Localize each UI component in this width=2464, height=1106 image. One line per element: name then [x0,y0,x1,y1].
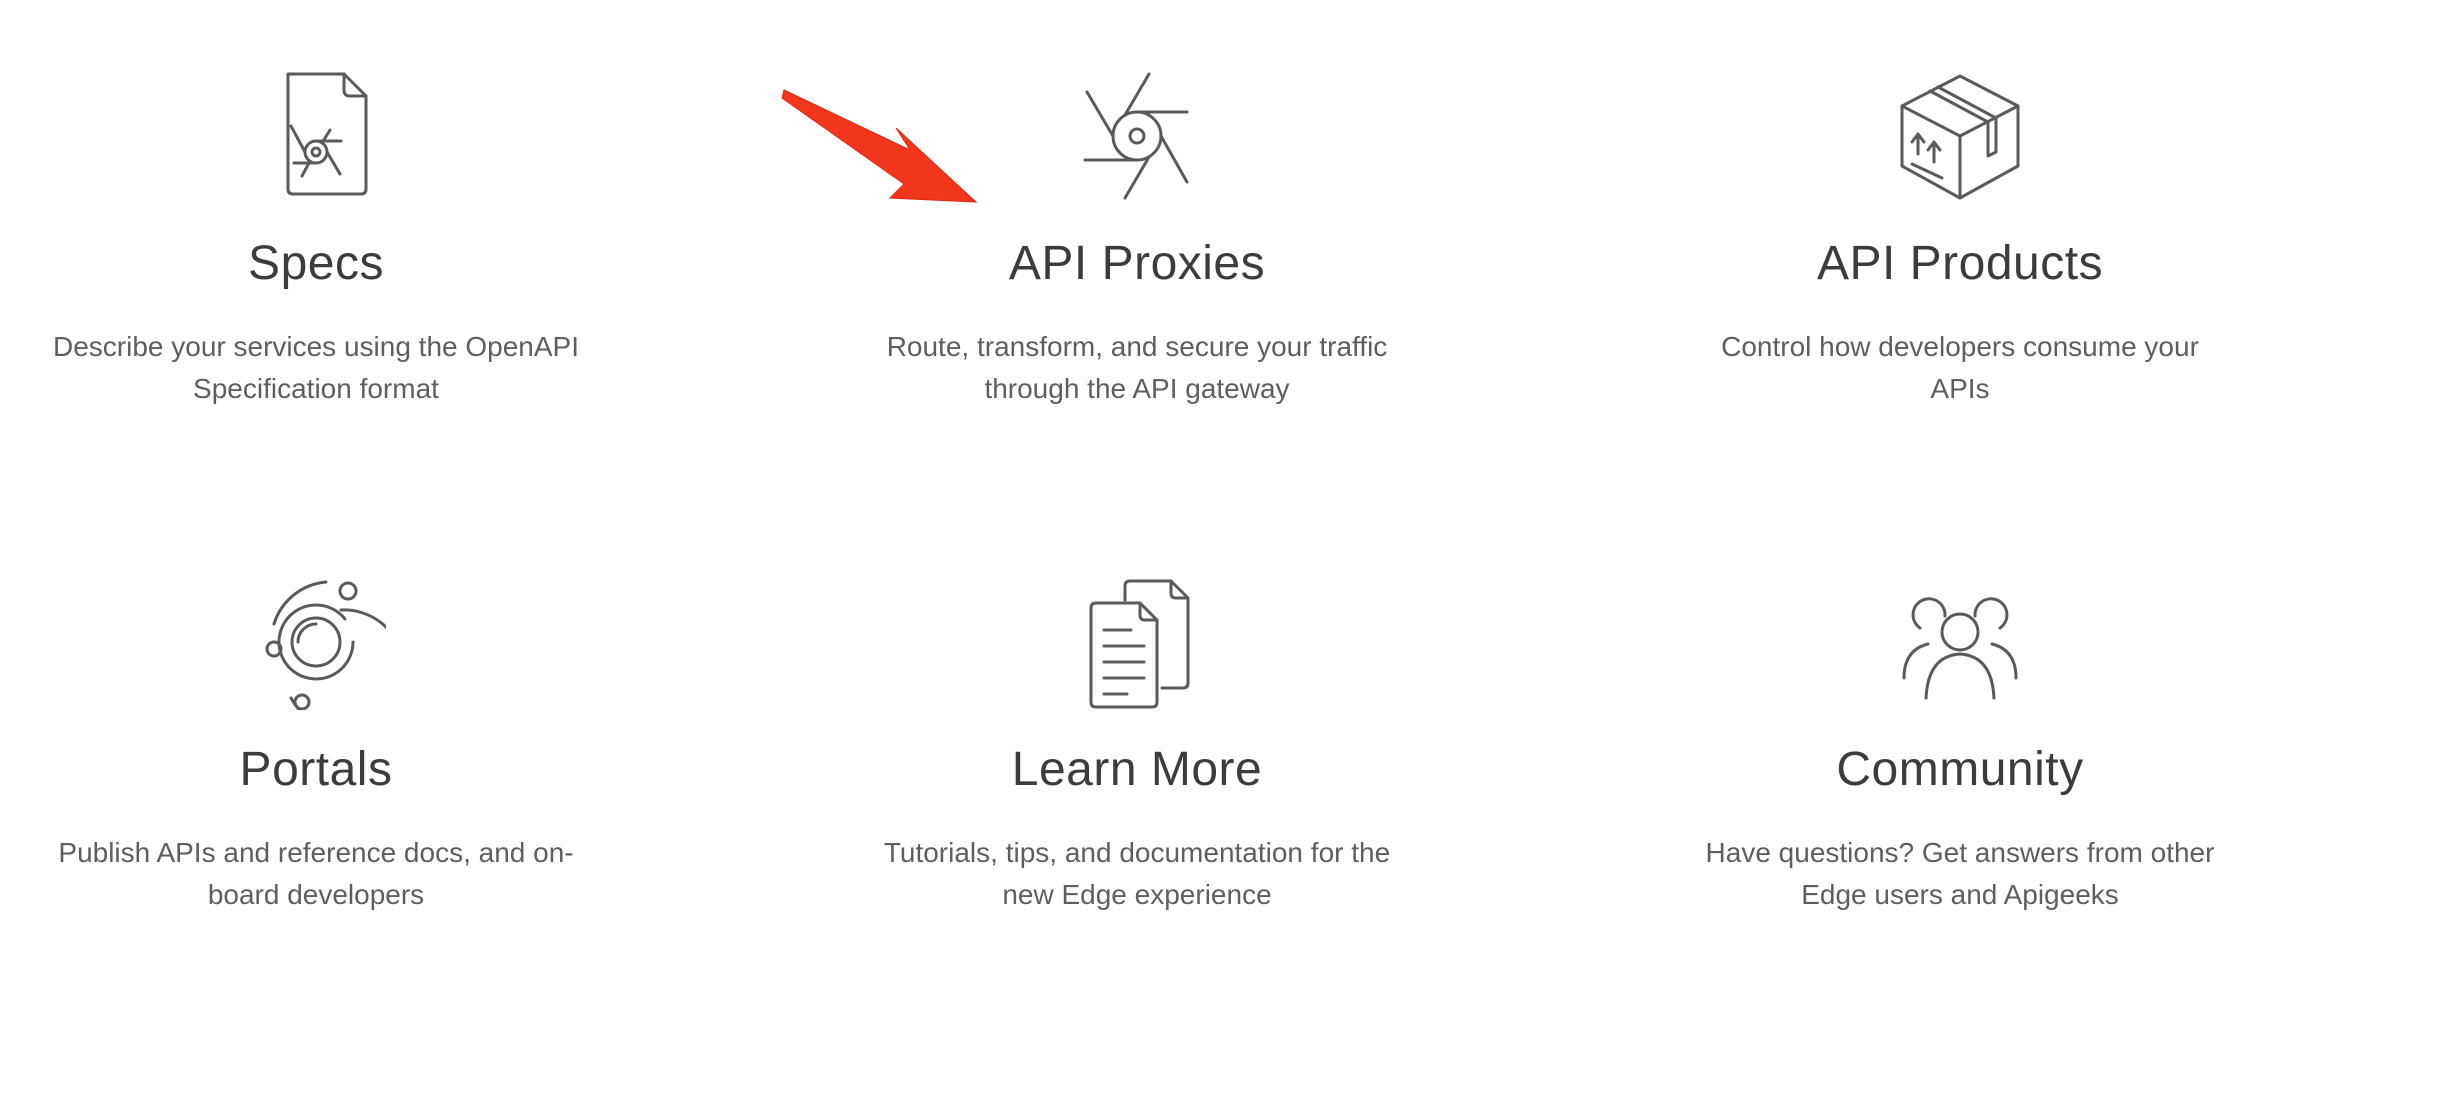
card-description: Publish APIs and reference docs, and on-… [58,837,574,910]
card-title: Portals [239,743,393,796]
card-description: Have questions? Get answers from other E… [1705,837,2215,910]
people-group-icon [1890,570,2030,710]
card-title: Specs [248,237,384,290]
red-arrow-icon [780,80,980,210]
card-title: Learn More [1011,743,1263,796]
card-description: Describe your services using the OpenAPI… [52,331,580,404]
card-description: Control how developers consume your APIs [1721,331,2199,404]
package-box-icon [1890,64,2030,204]
card-description: Route, transform, and secure your traffi… [886,331,1388,404]
spec-document-icon [246,64,386,204]
proxy-shutter-icon [1067,64,1207,204]
card-description: Tutorials, tips, and documentation for t… [883,837,1391,910]
card-title: Community [1836,743,2084,796]
documents-icon [1067,570,1207,710]
portal-orbit-icon [246,570,386,710]
card-title: API Proxies [1008,237,1266,290]
card-title: API Products [1816,237,2104,290]
